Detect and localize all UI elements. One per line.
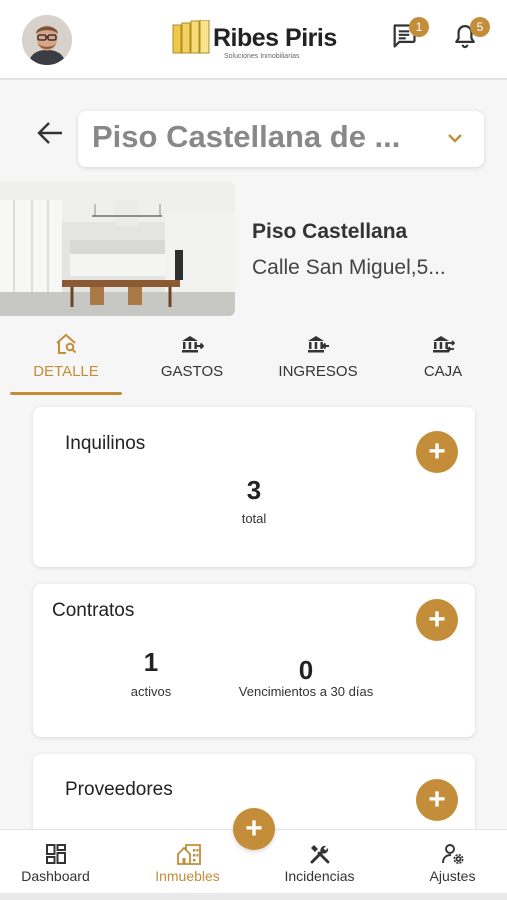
bank-out-icon bbox=[182, 336, 204, 353]
tools-icon bbox=[310, 845, 329, 864]
bank-in-icon bbox=[308, 336, 329, 353]
inquilinos-total-label: total bbox=[241, 511, 267, 526]
card-contratos: Contratos + 1 activos 0 Vencimientos a 3… bbox=[33, 584, 475, 737]
nav-label: Dashboard bbox=[21, 868, 90, 884]
messages-button[interactable]: 1 bbox=[390, 17, 430, 62]
inquilinos-total-value: 3 bbox=[246, 475, 262, 505]
chevron-down-icon bbox=[448, 134, 462, 143]
add-fab-button[interactable]: + bbox=[233, 808, 275, 850]
tab-caja[interactable]: CAJA bbox=[387, 326, 499, 398]
tab-ingresos[interactable]: INGRESOS bbox=[262, 326, 374, 398]
user-settings-icon bbox=[441, 844, 463, 864]
avatar[interactable] bbox=[22, 15, 72, 65]
notifications-badge: 5 bbox=[470, 17, 490, 37]
add-contrato-button[interactable]: + bbox=[416, 599, 458, 641]
notifications-button[interactable]: 5 bbox=[451, 17, 491, 62]
add-inquilino-button[interactable]: + bbox=[416, 431, 458, 473]
card-title: Inquilinos bbox=[65, 433, 146, 454]
user-photo bbox=[22, 15, 72, 65]
bottom-edge bbox=[0, 893, 507, 900]
tab-label: DETALLE bbox=[33, 363, 99, 380]
vencimientos-value: 0 bbox=[298, 655, 314, 685]
property-select-value: Piso Castellana de ... bbox=[92, 119, 401, 154]
property-select[interactable]: Piso Castellana de ... bbox=[78, 111, 484, 167]
nav-ajustes[interactable]: Ajustes bbox=[405, 830, 500, 895]
arrow-left-icon bbox=[37, 122, 62, 144]
tab-label: INGRESOS bbox=[278, 363, 358, 380]
top-bar: Ribes Piris Soluciones Inmobiliarias 1 5 bbox=[0, 0, 507, 80]
nav-label: Ajustes bbox=[429, 868, 476, 884]
card-title: Contratos bbox=[52, 600, 135, 621]
tab-label: CAJA bbox=[423, 363, 463, 380]
building-icon bbox=[176, 844, 201, 865]
tab-label: GASTOS bbox=[160, 363, 224, 380]
nav-label: Inmuebles bbox=[155, 868, 220, 884]
logo-mark-icon bbox=[172, 20, 210, 54]
kitchen-image bbox=[0, 182, 235, 316]
messages-badge: 1 bbox=[409, 17, 429, 37]
nav-incidencias[interactable]: Incidencias bbox=[272, 830, 367, 895]
add-proveedor-button[interactable]: + bbox=[416, 779, 458, 821]
nav-inmuebles[interactable]: Inmuebles bbox=[140, 830, 235, 895]
nav-dashboard[interactable]: Dashboard bbox=[8, 830, 103, 895]
active-tab-indicator bbox=[10, 392, 122, 395]
section-tabs: DETALLE GASTOS INGRESOS CAJA bbox=[0, 326, 507, 398]
house-search-icon bbox=[56, 333, 77, 354]
contratos-activos-value: 1 bbox=[143, 647, 159, 677]
card-inquilinos: Inquilinos + 3 total bbox=[33, 407, 475, 567]
tab-detalle[interactable]: DETALLE bbox=[10, 326, 122, 398]
brand-logo: Ribes Piris Soluciones Inmobiliarias bbox=[172, 18, 342, 64]
dashboard-icon bbox=[45, 844, 66, 864]
back-button[interactable] bbox=[36, 120, 66, 148]
card-title: Proveedores bbox=[65, 779, 173, 800]
logo-name: Ribes Piris bbox=[213, 24, 337, 52]
nav-label: Incidencias bbox=[284, 868, 355, 884]
logo-tagline: Soluciones Inmobiliarias bbox=[224, 53, 300, 60]
property-name: Piso Castellana bbox=[252, 220, 408, 243]
tab-gastos[interactable]: GASTOS bbox=[136, 326, 248, 398]
property-photo bbox=[0, 182, 235, 316]
bank-transfer-icon bbox=[433, 336, 455, 353]
vencimientos-label: Vencimientos a 30 días bbox=[238, 684, 374, 699]
property-address: Calle San Miguel,5... bbox=[252, 256, 446, 279]
